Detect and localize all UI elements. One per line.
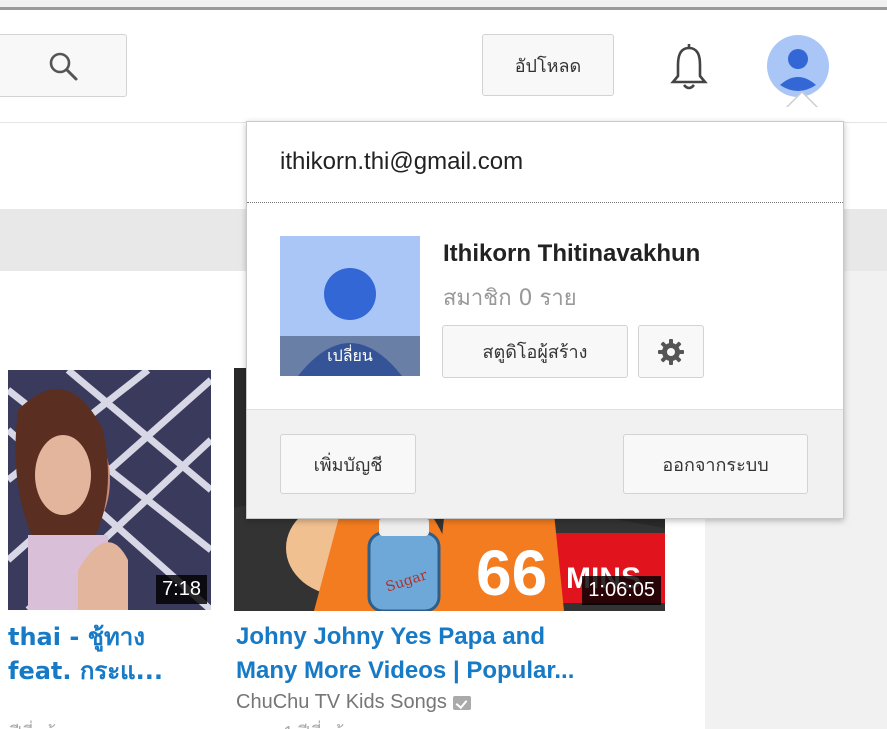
account-email: ithikorn.thi@gmail.com bbox=[280, 148, 524, 175]
upload-button[interactable]: อัปโหลด bbox=[482, 34, 614, 96]
bell-icon[interactable] bbox=[668, 43, 710, 93]
gear-icon bbox=[658, 338, 684, 365]
video-title-line2: Many More Videos | Popular... bbox=[236, 657, 575, 684]
creator-studio-button[interactable]: สตูดิโอผู้สร้าง bbox=[442, 325, 628, 378]
video-thumbnail[interactable]: 7:18 bbox=[8, 370, 211, 610]
menu-divider bbox=[247, 202, 843, 203]
settings-button[interactable] bbox=[638, 325, 704, 378]
video-meta: การดู 1 ปีที่แล้ว bbox=[236, 718, 354, 729]
subscriber-count: สมาชิก 0 ราย bbox=[443, 286, 577, 311]
sign-out-button[interactable]: ออกจากระบบ bbox=[623, 434, 808, 494]
menu-caret bbox=[788, 93, 816, 107]
change-photo-button[interactable]: เปลี่ยน bbox=[280, 336, 420, 376]
window-top-edge bbox=[0, 0, 887, 10]
video-title[interactable]: Johny Johny Yes Papa and Many More Video… bbox=[236, 620, 574, 688]
account-menu: ithikorn.thi@gmail.com เปลี่ยน Ithikorn … bbox=[246, 121, 844, 519]
search-icon bbox=[49, 52, 78, 80]
thumbnail-image bbox=[8, 370, 211, 610]
video-title-line1: Johny Johny Yes Papa and bbox=[236, 623, 545, 650]
video-duration: 1:06:05 bbox=[582, 576, 661, 605]
search-button[interactable] bbox=[0, 34, 127, 97]
thumb-big-number: 66 bbox=[476, 537, 547, 609]
channel-name-row[interactable]: ChuChu TV Kids Songs bbox=[236, 691, 471, 714]
video-title-line2: feat. กระแ... bbox=[8, 657, 163, 685]
video-title[interactable]: thai - ชู้ทาง feat. กระแ... bbox=[8, 620, 163, 688]
masthead: อัปโหลด bbox=[0, 10, 887, 123]
verified-icon bbox=[452, 695, 471, 710]
video-title-line1: thai - ชู้ทาง bbox=[8, 623, 145, 651]
video-meta: ปีที่แล้ว bbox=[10, 718, 66, 729]
channel-name: ChuChu TV Kids Songs bbox=[236, 691, 447, 713]
video-duration: 7:18 bbox=[156, 575, 207, 604]
account-menu-footer: เพิ่มบัญชี ออกจากระบบ bbox=[247, 409, 843, 518]
add-account-button[interactable]: เพิ่มบัญชี bbox=[280, 434, 416, 494]
account-name: Ithikorn Thitinavakhun bbox=[443, 240, 701, 267]
profile-picture[interactable]: เปลี่ยน bbox=[280, 236, 420, 376]
account-avatar-icon[interactable] bbox=[767, 35, 829, 97]
